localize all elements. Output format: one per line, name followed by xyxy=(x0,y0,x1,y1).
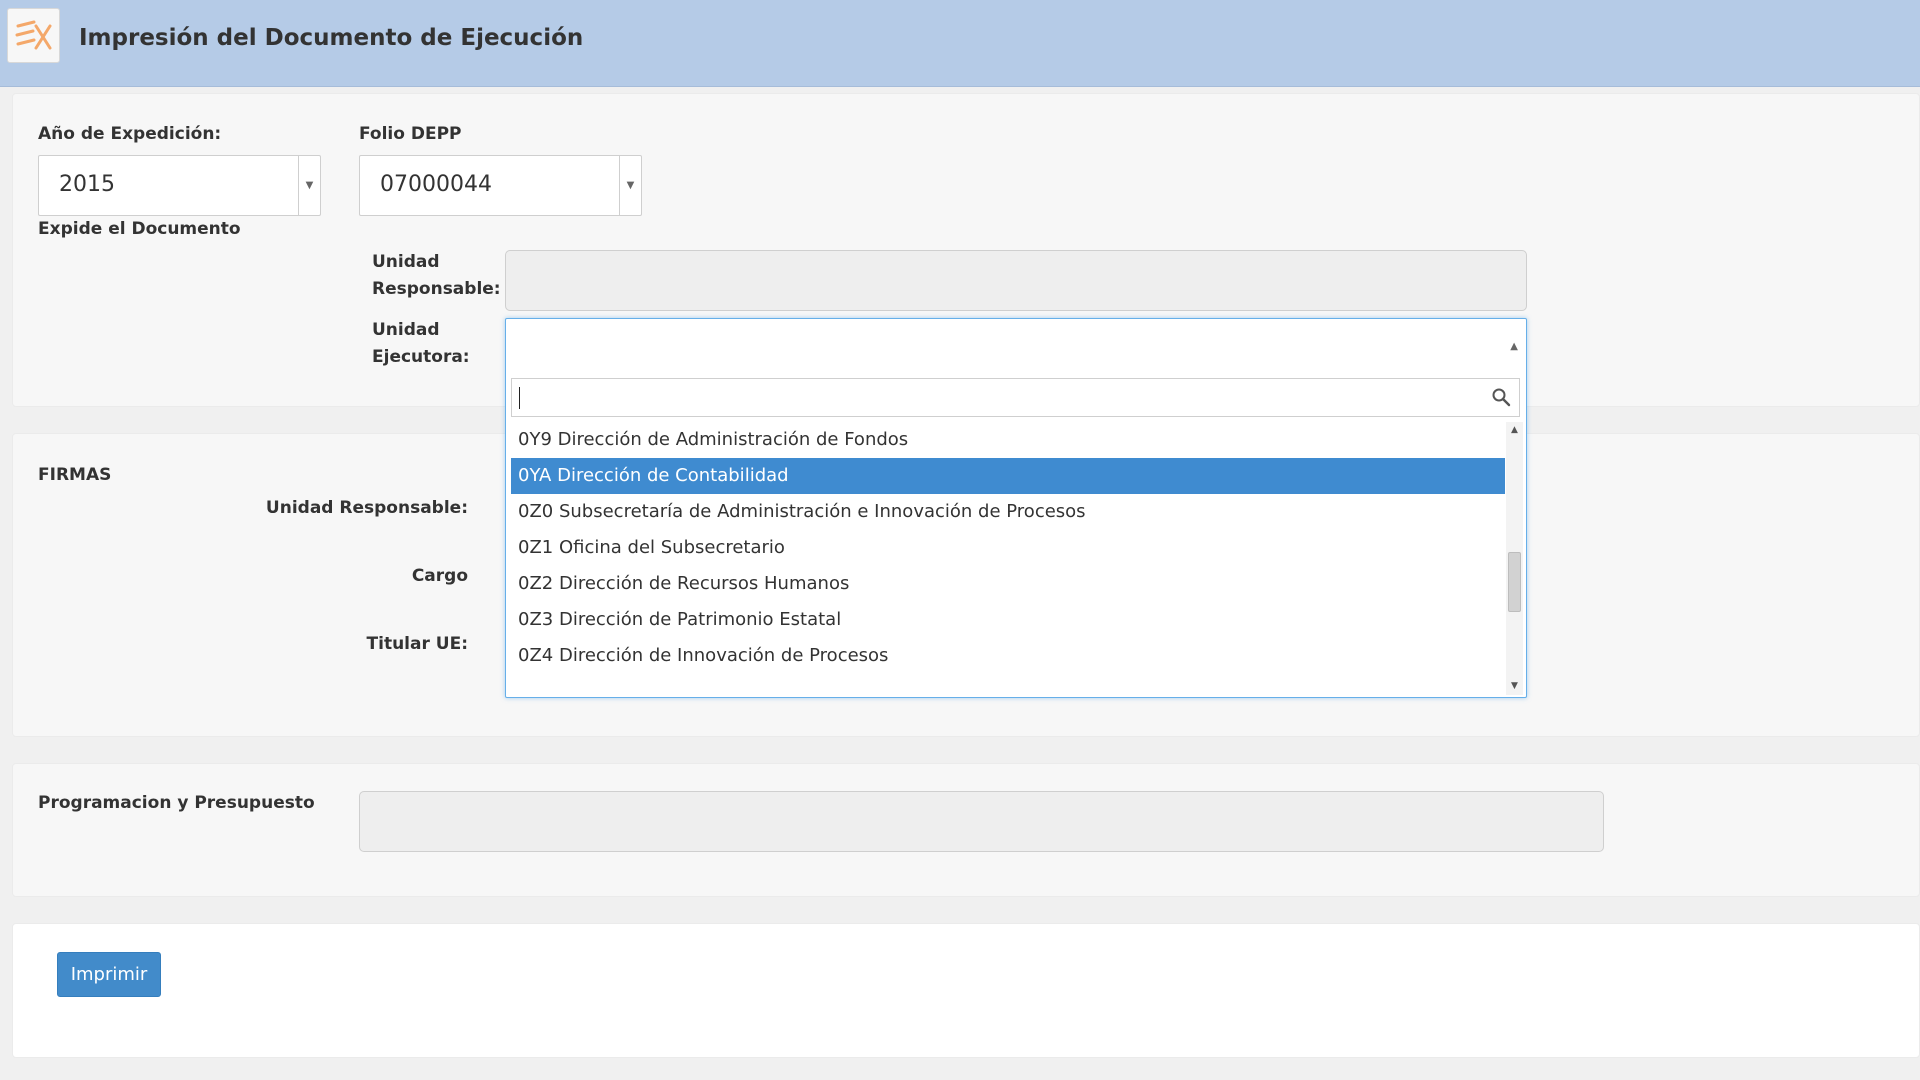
cargo-label: Cargo xyxy=(411,566,468,586)
app-header: Impresión del Documento de Ejecución xyxy=(0,0,1920,87)
scrollbar-thumb[interactable] xyxy=(1508,552,1521,612)
dropdown-options-list: 0Y9 Dirección de Administración de Fondo… xyxy=(511,422,1505,695)
dropdown-option[interactable]: 0Z2 Dirección de Recursos Humanos xyxy=(511,566,1505,602)
dropdown-option[interactable]: 0YA Dirección de Contabilidad xyxy=(511,458,1505,494)
page-title: Impresión del Documento de Ejecución xyxy=(79,25,584,51)
dropdown-scrollbar[interactable]: ▲ ▼ xyxy=(1506,422,1523,695)
imprimir-button[interactable]: Imprimir xyxy=(57,952,161,997)
anio-expedicion-label: Año de Expedición: xyxy=(38,124,222,144)
search-icon xyxy=(1492,388,1511,407)
dropdown-search-input[interactable] xyxy=(518,384,1478,411)
unidad-responsable-field xyxy=(505,250,1527,311)
unidad-responsable-label-line2: Responsable: xyxy=(372,279,501,299)
anio-expedicion-value: 2015 xyxy=(59,172,115,197)
unidad-ejecutora-select[interactable]: ▲ 0Y9 Dirección de Administración de Fon… xyxy=(505,318,1527,698)
scroll-down-icon[interactable]: ▼ xyxy=(1506,678,1523,695)
programacion-label: Programacion y Presupuesto xyxy=(38,793,315,813)
programacion-field xyxy=(359,791,1604,852)
scroll-up-icon[interactable]: ▲ xyxy=(1506,422,1523,439)
folio-depp-select[interactable]: 07000044 ▼ xyxy=(359,155,642,216)
chevron-down-icon[interactable]: ▼ xyxy=(619,156,641,215)
actions-panel xyxy=(12,923,1920,1058)
expide-documento-label: Expide el Documento xyxy=(38,219,241,239)
dropdown-option[interactable]: 0Y9 Dirección de Administración de Fondo… xyxy=(511,422,1505,458)
unidad-responsable-label-line1: Unidad xyxy=(372,252,440,272)
folio-depp-value: 07000044 xyxy=(380,172,492,197)
dropdown-option[interactable]: 0Z4 Dirección de Innovación de Procesos xyxy=(511,638,1505,674)
titular-ue-label: Titular UE: xyxy=(366,634,468,654)
folio-depp-label: Folio DEPP xyxy=(359,124,462,144)
dropdown-option[interactable]: 0Z3 Dirección de Patrimonio Estatal xyxy=(511,602,1505,638)
unidad-ejecutora-label-line2: Ejecutora: xyxy=(372,347,470,367)
chevron-down-icon[interactable]: ▼ xyxy=(298,156,320,215)
ex-logo-icon xyxy=(7,8,60,63)
firmas-unidad-responsable-label: Unidad Responsable: xyxy=(265,498,468,518)
firmas-title: FIRMAS xyxy=(38,465,112,485)
unidad-ejecutora-label: Unidad Ejecutora: xyxy=(372,317,470,371)
dropdown-option[interactable]: 0Z1 Oficina del Subsecretario xyxy=(511,530,1505,566)
text-cursor xyxy=(519,387,520,409)
dropdown-option[interactable]: 0Z0 Subsecretaría de Administración e In… xyxy=(511,494,1505,530)
chevron-up-icon[interactable]: ▲ xyxy=(1510,341,1518,352)
anio-expedicion-select[interactable]: 2015 ▼ xyxy=(38,155,321,216)
dropdown-search[interactable] xyxy=(511,378,1520,417)
unidad-ejecutora-label-line1: Unidad xyxy=(372,320,440,340)
unidad-responsable-label: Unidad Responsable: xyxy=(372,249,501,303)
